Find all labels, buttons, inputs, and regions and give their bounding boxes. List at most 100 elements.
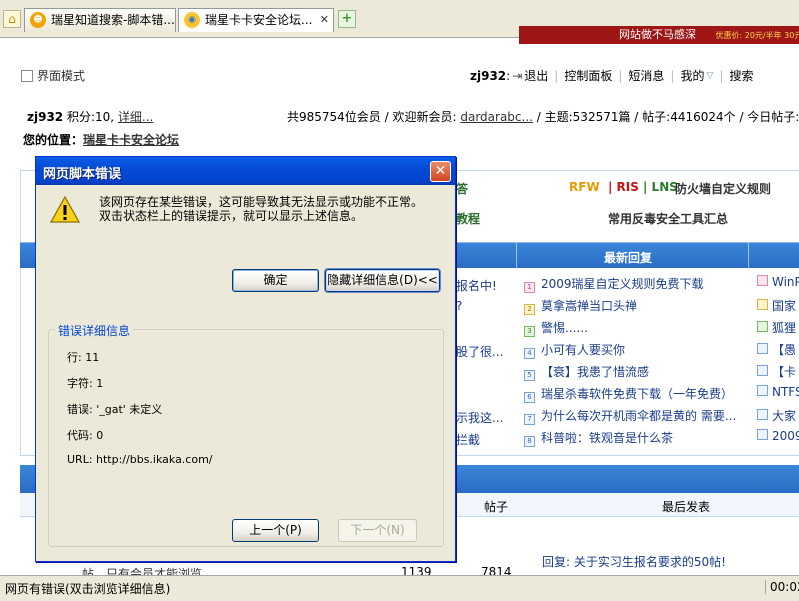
quick-link-firewall-rules[interactable]: 防火墙自定义规则 — [675, 180, 771, 197]
warning-icon — [50, 195, 80, 223]
forum-toolbar: 界面模式 zj932 : ⇥ 退出 | 控制面板 | 短消息 | 我的 ▽ | … — [0, 60, 799, 88]
dialog-titlebar[interactable]: 网页脚本错误 ✕ — [36, 157, 455, 185]
kaka-logo-icon: ◉ — [184, 12, 200, 28]
previous-button[interactable]: 上一个(P) — [232, 519, 319, 542]
list-item[interactable]: 股了很... — [456, 343, 503, 360]
quick-link-tools[interactable]: 常用反毒安全工具汇总 — [608, 210, 728, 227]
error-message: 该网页存在某些错误，这可能导致其无法显示或功能不正常。 双击状态栏上的错误提示，… — [99, 195, 439, 223]
quick-link-tutorial[interactable]: 教程 — [456, 210, 480, 227]
reply-title: 瑞星杀毒软件免费下载（一年免费） — [541, 387, 734, 401]
tab-rising-search[interactable]: ☻ 瑞星知道搜索-脚本错... — [24, 8, 176, 32]
quick-link-ris[interactable]: | RIS — [608, 180, 639, 194]
new-member-link[interactable]: dardarabc... — [460, 110, 533, 124]
quick-link-lns[interactable]: | LNS — [643, 180, 678, 194]
list-item[interactable]: 5 【衰】我患了惜流感 — [524, 363, 649, 381]
points-text: 积分:10, — [63, 110, 118, 124]
list-item[interactable]: 6 瑞星杀毒软件免费下载（一年免费） — [524, 385, 734, 403]
reply-title: WinP — [772, 275, 799, 289]
reply-title: 为什么每次开机雨伞都是黄的 需要... — [541, 409, 737, 423]
ad-banner[interactable]: 网站做不马感深 优惠价: 20元/半年 30元 — [519, 26, 799, 44]
error-details-group: 错误详细信息 行: 11 字符: 1 错误: '_gat' 未定义 代码: 0 … — [48, 322, 444, 547]
new-tab-icon[interactable]: + — [338, 10, 356, 28]
logout-icon: ⇥ — [512, 68, 523, 83]
list-item[interactable]: 报名中! — [456, 277, 497, 294]
mine-link[interactable]: 我的 — [680, 67, 704, 84]
rank-2-icon: 2 — [524, 304, 535, 315]
forum-stats: 共985754位会员 / 欢迎新会员: dardarabc... / 主题:53… — [287, 108, 799, 125]
rank-4-icon — [757, 343, 768, 354]
chevron-down-icon[interactable]: ▽ — [706, 71, 713, 81]
detail-link[interactable]: 详细... — [118, 110, 153, 124]
detail-code: 代码: 0 — [67, 429, 104, 442]
reply-title: 国家 — [772, 299, 797, 313]
detail-char: 字符: 1 — [67, 377, 104, 390]
list-item[interactable]: 国家 — [757, 297, 796, 313]
reply-title: 【愚 — [772, 343, 797, 357]
column-posts: 帖子 — [484, 500, 509, 514]
divider: | — [719, 68, 724, 83]
user-points: zj932 积分:10, 详细... — [27, 108, 153, 125]
rank-1-icon: 1 — [524, 282, 535, 293]
rank-1-icon — [757, 275, 768, 286]
quick-link-answer[interactable]: 答 — [456, 180, 468, 197]
colon: : — [506, 68, 511, 83]
close-icon[interactable]: ✕ — [430, 161, 451, 182]
reply-title: 2009瑞星自定义规则免费下载 — [541, 277, 704, 291]
column-last-post: 最后发表 — [662, 500, 711, 514]
list-item[interactable]: 拦截 — [456, 431, 480, 448]
divider: | — [554, 68, 559, 83]
list-item[interactable]: 【愚 — [757, 341, 796, 357]
home-icon[interactable]: ⌂ — [3, 10, 21, 28]
tab-title: 瑞星卡卡安全论坛... — [205, 13, 313, 27]
list-item[interactable]: 示我这... — [456, 409, 503, 426]
list-item[interactable]: ? — [456, 299, 462, 313]
tab-kaka-forum[interactable]: ◉ 瑞星卡卡安全论坛... ✕ — [178, 8, 334, 32]
interface-mode-toggle[interactable]: 界面模式 — [21, 67, 85, 84]
user-info-bar: zj932 积分:10, 详细... 共985754位会员 / 欢迎新会员: d… — [27, 108, 799, 124]
control-panel-link[interactable]: 控制面板 — [564, 67, 612, 84]
reply-title: 狐狸 — [772, 321, 797, 335]
list-item[interactable]: 1 2009瑞星自定义规则免费下载 — [524, 275, 704, 293]
members-text: 共985754位会员 / 欢迎新会员: — [287, 110, 461, 124]
stats-text: / 主题:532571篇 / 帖子:4416024个 / 今日帖子:20 — [532, 110, 799, 124]
list-item[interactable]: NTFS — [757, 385, 799, 401]
ok-button[interactable]: 确定 — [232, 269, 319, 292]
rank-7-icon — [757, 409, 768, 420]
script-error-dialog: 网页脚本错误 ✕ 该网页存在某些错误，这可能导致其无法显示或功能不正常。 双击状… — [35, 156, 456, 562]
rising-logo-icon: ☻ — [30, 12, 46, 28]
list-item[interactable]: 【卡 — [757, 363, 796, 379]
logout-link[interactable]: 退出 — [524, 67, 548, 84]
rank-3-icon — [757, 321, 768, 332]
detail-error: 错误: '_gat' 未定义 — [67, 403, 163, 416]
list-item[interactable]: 3 警惕...... — [524, 319, 588, 337]
detail-line: 行: 11 — [67, 351, 100, 364]
search-link[interactable]: 搜索 — [729, 67, 753, 84]
detail-url: URL: http://bbs.ikaka.com/ — [67, 453, 213, 466]
breadcrumb-forum-link[interactable]: 瑞星卡卡安全论坛 — [83, 133, 179, 147]
status-error-message[interactable]: 网页有错误(双击浏览详细信息) — [5, 580, 170, 597]
reply-title: 大家 — [772, 409, 797, 423]
list-item[interactable]: WinP — [757, 275, 799, 291]
user-menu: zj932 : ⇥ 退出 | 控制面板 | 短消息 | 我的 ▽ | 搜索 — [470, 67, 753, 84]
rank-7-icon: 7 — [524, 414, 535, 425]
quick-link-rfw[interactable]: RFW — [569, 180, 600, 194]
messages-link[interactable]: 短消息 — [628, 67, 664, 84]
list-item[interactable]: 狐狸 — [757, 319, 796, 335]
list-item[interactable]: 8 科普啦：铁观音是什么茶 — [524, 429, 673, 447]
list-item[interactable]: 大家 — [757, 407, 796, 423]
list-item[interactable]: 2 莫拿嵩禅当口头禅 — [524, 297, 637, 315]
tab-close-icon[interactable]: ✕ — [320, 9, 329, 31]
rank-8-icon: 8 — [524, 436, 535, 447]
rank-8-icon — [757, 429, 768, 440]
reply-title: NTFS — [772, 385, 799, 399]
toolbar-username: zj932 — [470, 68, 507, 83]
list-item[interactable]: 7 为什么每次开机雨伞都是黄的 需要... — [524, 407, 737, 425]
hide-details-button[interactable]: 隐藏详细信息(D)<< — [325, 269, 440, 292]
next-button[interactable]: 下一个(N) — [338, 519, 417, 542]
rank-2-icon — [757, 299, 768, 310]
list-item[interactable]: 2009 — [757, 429, 799, 445]
rank-6-icon: 6 — [524, 392, 535, 403]
last-post-link[interactable]: 回复: 关于实习生报名要求的50帖! — [542, 553, 726, 570]
dialog-title: 网页脚本错误 — [43, 167, 122, 182]
list-item[interactable]: 4 小可有人要买你 — [524, 341, 625, 359]
